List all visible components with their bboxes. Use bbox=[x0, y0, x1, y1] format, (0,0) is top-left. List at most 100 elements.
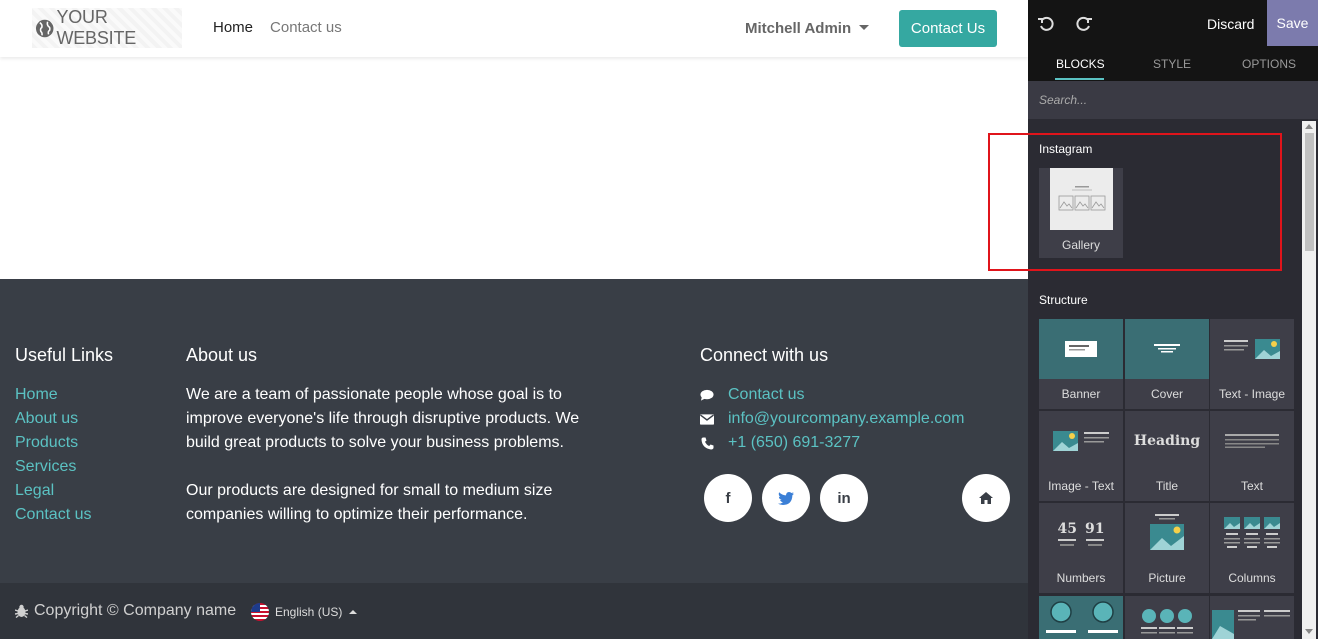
block-search-input[interactable]: Search... bbox=[1028, 81, 1318, 119]
block-partial[interactable] bbox=[1125, 596, 1209, 639]
banner-thumbnail bbox=[1039, 319, 1123, 379]
footer-link-contact[interactable]: Contact us bbox=[15, 503, 113, 527]
logo-text: YOUR WEBSITE bbox=[56, 7, 137, 48]
connect-heading: Connect with us bbox=[700, 345, 829, 365]
footer-link-services[interactable]: Services bbox=[15, 455, 113, 479]
envelope-icon bbox=[700, 413, 714, 425]
numbers-thumbnail: 45 91 bbox=[1039, 503, 1123, 563]
block-text[interactable]: Text bbox=[1210, 411, 1294, 501]
block-partial[interactable] bbox=[1039, 596, 1123, 639]
text-thumbnail bbox=[1210, 411, 1294, 471]
language-selector[interactable]: English (US) bbox=[251, 603, 358, 621]
comment-icon bbox=[700, 389, 714, 402]
connect-column: Connect with us Contact us info@yourcomp… bbox=[700, 345, 965, 455]
copyright-text: Copyright © Company name bbox=[34, 602, 237, 619]
footer-link-legal[interactable]: Legal bbox=[15, 479, 113, 503]
about-column: About us We are a team of passionate peo… bbox=[186, 345, 586, 527]
block-label: Picture bbox=[1148, 571, 1186, 585]
numbers-thumb-value: 45 bbox=[1057, 520, 1077, 537]
editor-tabs: BLOCKS STYLE OPTIONS bbox=[1028, 46, 1318, 81]
tab-style[interactable]: STYLE bbox=[1153, 57, 1191, 71]
phone-link: +1 (650) 691-3277 bbox=[728, 434, 861, 451]
redo-icon[interactable] bbox=[1075, 14, 1093, 32]
block-cover[interactable]: Cover bbox=[1125, 319, 1209, 409]
block-image-text[interactable]: Image - Text bbox=[1039, 411, 1123, 501]
twitter-icon[interactable] bbox=[762, 474, 810, 522]
connect-email[interactable]: info@yourcompany.example.com bbox=[700, 407, 965, 431]
block-columns[interactable]: Columns bbox=[1210, 503, 1294, 593]
phone-icon bbox=[700, 437, 714, 450]
footer-link-about[interactable]: About us bbox=[15, 407, 113, 431]
useful-links-column: Useful Links Home About us Products Serv… bbox=[15, 345, 113, 527]
cover-thumbnail bbox=[1125, 319, 1209, 379]
bug-icon bbox=[15, 604, 28, 618]
block-title[interactable]: Heading Title bbox=[1125, 411, 1209, 501]
title-thumbnail: Heading bbox=[1125, 411, 1209, 471]
user-name: Mitchell Admin bbox=[745, 20, 852, 37]
editor-toolbar: Discard Save bbox=[1028, 0, 1318, 46]
copyright: Copyright © Company name bbox=[15, 602, 236, 620]
tab-options[interactable]: OPTIONS bbox=[1242, 57, 1296, 71]
user-menu[interactable]: Mitchell Admin bbox=[745, 20, 870, 37]
caret-up-icon bbox=[349, 610, 358, 614]
globe-icon bbox=[35, 19, 54, 37]
text-image-thumbnail bbox=[1210, 319, 1294, 379]
columns-thumbnail bbox=[1210, 503, 1294, 563]
nav-contact-us[interactable]: Contact us bbox=[270, 19, 342, 36]
about-paragraph: We are a team of passionate people whose… bbox=[186, 386, 580, 451]
facebook-icon[interactable]: f bbox=[704, 474, 752, 522]
block-partial[interactable] bbox=[1210, 596, 1294, 639]
highlight-box bbox=[988, 133, 1282, 271]
copyright-bar: Copyright © Company name English (US) bbox=[0, 583, 1028, 639]
numbers-thumb-value: 91 bbox=[1085, 520, 1105, 537]
scroll-down-icon[interactable] bbox=[1305, 629, 1313, 634]
partial-thumbnail bbox=[1125, 596, 1209, 639]
site-logo[interactable]: YOUR WEBSITE bbox=[32, 7, 182, 48]
about-heading: About us bbox=[186, 345, 258, 365]
block-label: Text bbox=[1240, 479, 1263, 493]
connect-phone[interactable]: +1 (650) 691-3277 bbox=[700, 431, 965, 455]
nav-home[interactable]: Home bbox=[213, 19, 253, 36]
block-text-image[interactable]: Text - Image bbox=[1210, 319, 1294, 409]
undo-icon[interactable] bbox=[1037, 14, 1055, 32]
connect-contact[interactable]: Contact us bbox=[700, 383, 965, 407]
scroll-up-icon[interactable] bbox=[1305, 124, 1313, 129]
image-text-thumbnail bbox=[1039, 411, 1123, 471]
block-label: Columns bbox=[1228, 571, 1276, 585]
block-numbers[interactable]: 45 91 Numbers bbox=[1039, 503, 1123, 593]
block-label: Title bbox=[1155, 479, 1179, 493]
heading-thumb-text: Heading bbox=[1133, 433, 1201, 449]
about-paragraph: Our products are designed for small to m… bbox=[186, 482, 553, 523]
scrollbar-thumb[interactable] bbox=[1305, 133, 1314, 251]
block-banner[interactable]: Banner bbox=[1039, 319, 1123, 409]
picture-thumbnail bbox=[1125, 503, 1209, 563]
block-label: Image - Text bbox=[1048, 479, 1114, 493]
us-flag-icon bbox=[251, 603, 269, 621]
chevron-down-icon bbox=[859, 25, 870, 30]
block-label: Cover bbox=[1150, 387, 1183, 401]
active-tab-indicator bbox=[1055, 78, 1104, 80]
block-label: Numbers bbox=[1056, 571, 1106, 585]
partial-thumbnail bbox=[1039, 596, 1123, 639]
block-label: Text - Image bbox=[1218, 387, 1286, 401]
language-label: English (US) bbox=[275, 605, 343, 619]
email-link: info@yourcompany.example.com bbox=[728, 410, 965, 427]
footer-link-products[interactable]: Products bbox=[15, 431, 113, 455]
contact-us-button[interactable]: Contact Us bbox=[899, 10, 997, 47]
website-preview: YOUR WEBSITE Home Contact us Mitchell Ad… bbox=[0, 0, 1028, 639]
contact-link: Contact us bbox=[728, 386, 805, 403]
section-title-structure: Structure bbox=[1039, 293, 1088, 307]
site-header: YOUR WEBSITE Home Contact us Mitchell Ad… bbox=[0, 0, 1028, 57]
tab-blocks[interactable]: BLOCKS bbox=[1056, 57, 1105, 71]
block-picture[interactable]: Picture bbox=[1125, 503, 1209, 593]
discard-button[interactable]: Discard bbox=[1207, 16, 1254, 32]
linkedin-icon[interactable]: in bbox=[820, 474, 868, 522]
partial-thumbnail bbox=[1210, 596, 1294, 639]
site-footer: Useful Links Home About us Products Serv… bbox=[0, 279, 1028, 583]
useful-links-heading: Useful Links bbox=[15, 345, 114, 365]
save-button[interactable]: Save bbox=[1267, 0, 1318, 46]
home-icon[interactable] bbox=[962, 474, 1010, 522]
social-links: f in bbox=[704, 474, 1010, 522]
main-nav: Home Contact us bbox=[213, 19, 342, 36]
footer-link-home[interactable]: Home bbox=[15, 383, 113, 407]
